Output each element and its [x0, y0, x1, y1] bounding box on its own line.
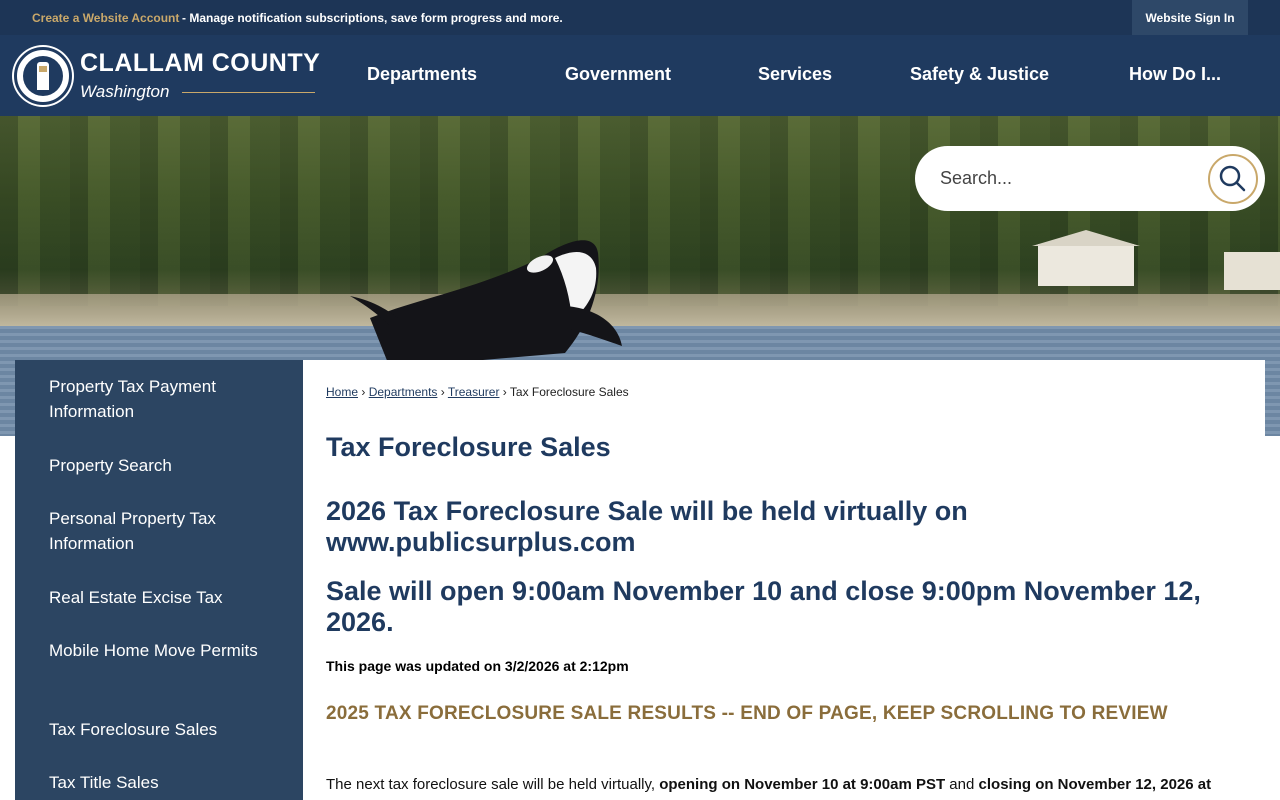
sidebar-item-property-tax-payment[interactable]: Property Tax Payment Information — [49, 374, 279, 424]
breadcrumb-departments[interactable]: Departments — [369, 385, 438, 399]
sidebar-item-property-search[interactable]: Property Search — [49, 453, 279, 478]
shore-house — [1032, 230, 1140, 286]
site-header: CLALLAM COUNTY Washington Departments Go… — [0, 35, 1280, 116]
sidebar-item-tax-title-sales[interactable]: Tax Title Sales — [49, 770, 279, 795]
nav-services[interactable]: Services — [758, 64, 832, 85]
site-title[interactable]: CLALLAM COUNTY — [80, 49, 320, 78]
orca-image — [350, 240, 622, 368]
sale-description: The next tax foreclosure sale will be he… — [326, 776, 1246, 793]
sale-description-and: and — [945, 776, 979, 793]
nav-departments[interactable]: Departments — [367, 64, 477, 85]
nav-how-do-i[interactable]: How Do I... — [1129, 64, 1221, 85]
sidebar-item-personal-property-tax[interactable]: Personal Property Tax Information — [49, 506, 279, 556]
sale-description-text: The next tax foreclosure sale will be he… — [326, 776, 660, 793]
shore-house — [1224, 252, 1280, 290]
page-updated-note: This page was updated on 3/2/2026 at 2:1… — [326, 658, 629, 674]
nav-government[interactable]: Government — [565, 64, 671, 85]
site-subtitle: Washington — [80, 82, 170, 101]
sign-in-button[interactable]: Website Sign In — [1132, 0, 1248, 35]
logo-divider — [182, 92, 315, 93]
account-notice: - Manage notification subscriptions, sav… — [182, 11, 563, 25]
results-heading: 2025 TAX FORECLOSURE SALE RESULTS -- END… — [326, 703, 1168, 724]
sale-opening-text: opening on November 10 at 9:00am PST — [659, 776, 946, 793]
breadcrumb-treasurer[interactable]: Treasurer — [448, 385, 500, 399]
page-title: Tax Foreclosure Sales — [326, 432, 611, 462]
create-account-link[interactable]: Create a Website Account — [32, 11, 179, 25]
county-seal-icon[interactable] — [14, 47, 72, 105]
sidebar-nav: Property Tax Payment Information Propert… — [15, 360, 303, 800]
lighthouse-light — [39, 66, 47, 72]
search-button[interactable] — [1208, 154, 1258, 204]
search-input[interactable]: Search... — [940, 168, 1012, 189]
sidebar-item-mobile-home-move-permits[interactable]: Mobile Home Move Permits — [49, 638, 279, 663]
search-icon — [1219, 165, 1246, 192]
breadcrumb-separator: › — [361, 385, 366, 399]
nav-safety-justice[interactable]: Safety & Justice — [910, 64, 1049, 85]
sidebar-item-real-estate-excise-tax[interactable]: Real Estate Excise Tax — [49, 585, 279, 610]
breadcrumb-separator: › — [502, 385, 507, 399]
breadcrumb: Home › Departments › Treasurer › Tax For… — [326, 385, 629, 399]
breadcrumb-current: Tax Foreclosure Sales — [509, 385, 629, 399]
breadcrumb-home[interactable]: Home — [326, 385, 358, 399]
sale-dates-heading: Sale will open 9:00am November 10 and cl… — [326, 576, 1201, 637]
utility-bar: Create a Website Account - Manage notifi… — [0, 0, 1280, 35]
breadcrumb-separator: › — [440, 385, 445, 399]
sidebar-item-tax-foreclosure-sales[interactable]: Tax Foreclosure Sales — [49, 717, 279, 742]
sale-closing-text: closing on November 12, 2026 at — [978, 776, 1212, 793]
sale-venue-heading: 2026 Tax Foreclosure Sale will be held v… — [326, 496, 968, 557]
